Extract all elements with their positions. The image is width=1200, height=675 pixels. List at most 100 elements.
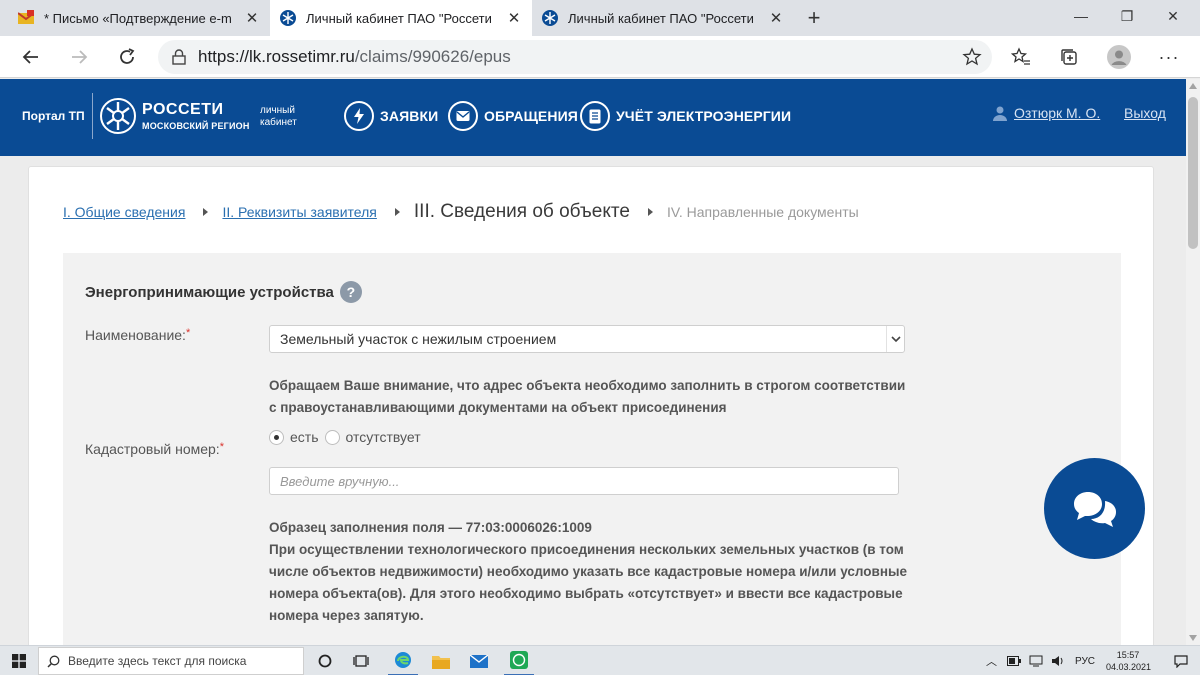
taskbar-whatsapp[interactable]: [504, 646, 534, 675]
scroll-down-icon[interactable]: [1189, 635, 1197, 641]
page-scrollbar[interactable]: [1186, 79, 1200, 645]
notification-icon: [1174, 654, 1188, 668]
cadastral-radio-group: есть отсутствует: [269, 429, 421, 445]
user-menu[interactable]: Озтюрк М. О.: [992, 105, 1100, 121]
tab-title: * Письмо «Подтверждение e-m: [44, 10, 232, 26]
windows-logo-icon: [12, 654, 26, 668]
scroll-up-icon[interactable]: [1189, 83, 1197, 89]
radio-absent[interactable]: [324, 429, 340, 445]
lightning-icon: [344, 101, 374, 131]
nav-appeals-label: ОБРАЩЕНИЯ: [484, 108, 578, 124]
mail-icon: [18, 10, 34, 24]
browser-toolbar: https://lk.rossetimr.ru/claims/990626/ep…: [0, 36, 1200, 78]
reload-icon: [120, 48, 135, 64]
tab-title: Личный кабинет ПАО "Россети: [306, 10, 492, 26]
language-indicator[interactable]: РУС: [1075, 656, 1095, 667]
close-window-icon[interactable]: ✕: [1150, 0, 1196, 32]
url-text: https://lk.rossetimr.ru/claims/990626/ep…: [198, 47, 511, 67]
favorites-button[interactable]: [1006, 42, 1036, 72]
portal-label[interactable]: Портал ТП: [22, 109, 85, 123]
user-name-link[interactable]: Озтюрк М. О.: [1014, 105, 1100, 121]
settings-menu-button[interactable]: ···: [1154, 42, 1184, 72]
address-bar[interactable]: https://lk.rossetimr.ru/claims/990626/ep…: [158, 40, 992, 74]
device-name-select[interactable]: Земельный участок с нежилым строением: [269, 325, 905, 353]
minimize-icon[interactable]: —: [1058, 0, 1104, 32]
back-button[interactable]: [16, 42, 46, 72]
system-tray: ︿ РУС: [986, 646, 1095, 675]
browser-tab-strip: * Письмо «Подтверждение e-m ✕ Личный каб…: [0, 0, 1200, 36]
section-title: Энергопринимающие устройства ?: [85, 281, 362, 303]
section-title-text: Энергопринимающие устройства: [85, 283, 334, 301]
collections-button[interactable]: [1054, 42, 1084, 72]
profile-button[interactable]: [1104, 42, 1134, 72]
battery-icon[interactable]: [1007, 656, 1021, 666]
radio-exists-label[interactable]: есть: [290, 429, 319, 445]
taskbar-search-input[interactable]: Введите здесь текст для поиска: [38, 647, 304, 675]
clock-time: 15:57: [1116, 650, 1140, 660]
nav-appeals[interactable]: ОБРАЩЕНИЯ: [448, 99, 578, 133]
logout-link[interactable]: Выход: [1124, 105, 1166, 121]
chevron-right-icon: [647, 208, 653, 216]
network-icon[interactable]: [1029, 655, 1043, 667]
add-favorite-icon[interactable]: [962, 47, 982, 67]
cadastral-note: Образец заполнения поля — 77:03:0006026:…: [269, 517, 907, 627]
help-icon[interactable]: ?: [339, 281, 362, 303]
chevron-up-icon[interactable]: ︿: [986, 653, 997, 669]
step-applicant-details-link[interactable]: II. Реквизиты заявителя: [222, 204, 376, 220]
cadastral-label-text: Кадастровый номер:: [85, 441, 220, 457]
whatsapp-icon: [510, 651, 528, 669]
step-general-info-link[interactable]: I. Общие сведения: [63, 204, 185, 220]
notifications-button[interactable]: [1168, 646, 1194, 675]
close-tab-icon[interactable]: ✕: [244, 9, 260, 27]
taskbar-edge[interactable]: [388, 646, 418, 675]
nav-requests[interactable]: ЗАЯВКИ: [344, 99, 438, 133]
lock-icon: [172, 49, 186, 65]
rosseti-logo-icon[interactable]: [100, 98, 136, 134]
address-note-line: Обращаем Ваше внимание, что адрес объект…: [269, 378, 906, 393]
reload-button[interactable]: [112, 42, 142, 72]
url-host: https://lk.rossetimr.ru: [198, 47, 355, 66]
windows-taskbar: Введите здесь текст для поиска ︿ РУС 15:…: [0, 645, 1200, 675]
favorites-list-icon: [1011, 47, 1030, 65]
cadastral-number-input[interactable]: Введите вручную...: [269, 467, 899, 495]
chat-button[interactable]: [1044, 458, 1145, 559]
claim-form-card: I. Общие сведения II. Реквизиты заявител…: [28, 166, 1154, 663]
volume-icon[interactable]: [1051, 655, 1065, 667]
radio-exists[interactable]: [269, 429, 284, 445]
task-view-button[interactable]: [348, 646, 374, 675]
browser-tab-mail[interactable]: * Письмо «Подтверждение e-m ✕: [8, 0, 270, 36]
restore-icon[interactable]: ❐: [1104, 0, 1150, 32]
taskbar-search-placeholder: Введите здесь текст для поиска: [68, 654, 247, 668]
cortana-button[interactable]: [312, 646, 338, 675]
mail-app-icon: [470, 654, 488, 668]
chevron-right-icon: [394, 208, 400, 216]
device-name-value: Земельный участок с нежилым строением: [280, 331, 557, 347]
multi-note-line: числе объектов недвижимости) необходимо …: [269, 564, 908, 579]
taskbar-explorer[interactable]: [426, 646, 456, 675]
nav-metering[interactable]: УЧЁТ ЭЛЕКТРОЭНЕРГИИ: [580, 99, 791, 133]
arrow-right-icon: [72, 50, 88, 64]
chevron-down-icon[interactable]: [886, 326, 904, 352]
name-label-text: Наименование:: [85, 327, 186, 343]
multi-note-line: номера через запятую.: [269, 608, 424, 623]
more-icon: ···: [1158, 46, 1180, 67]
cabinet-label: личный кабинет: [260, 105, 320, 129]
clock-date: 04.03.2021: [1106, 662, 1152, 672]
logo-region: МОСКОВСКИЙ РЕГИОН: [142, 121, 250, 131]
scrollbar-thumb[interactable]: [1188, 97, 1198, 249]
radio-absent-label[interactable]: отсутствует: [346, 429, 421, 445]
power-devices-section: Энергопринимающие устройства ? Наименова…: [63, 253, 1121, 663]
logo-name: РОССЕТИ: [142, 101, 224, 118]
browser-tab-rosseti[interactable]: Личный кабинет ПАО "Россети ✕: [532, 0, 794, 36]
site-header: Портал ТП РОССЕТИ МОСКОВСКИЙ РЕГИОН личн…: [0, 79, 1186, 156]
taskbar-clock[interactable]: 15:57 04.03.2021: [1106, 649, 1152, 673]
breadcrumb: I. Общие сведения II. Реквизиты заявител…: [63, 201, 859, 223]
close-tab-icon[interactable]: ✕: [768, 9, 784, 27]
close-tab-icon[interactable]: ✕: [506, 9, 522, 27]
start-button[interactable]: [2, 646, 36, 675]
browser-tab-rosseti-active[interactable]: Личный кабинет ПАО "Россети ✕: [270, 0, 532, 36]
collections-icon: [1061, 49, 1077, 65]
taskbar-mail[interactable]: [464, 646, 494, 675]
new-tab-button[interactable]: +: [800, 4, 828, 32]
forward-button[interactable]: [64, 42, 94, 72]
